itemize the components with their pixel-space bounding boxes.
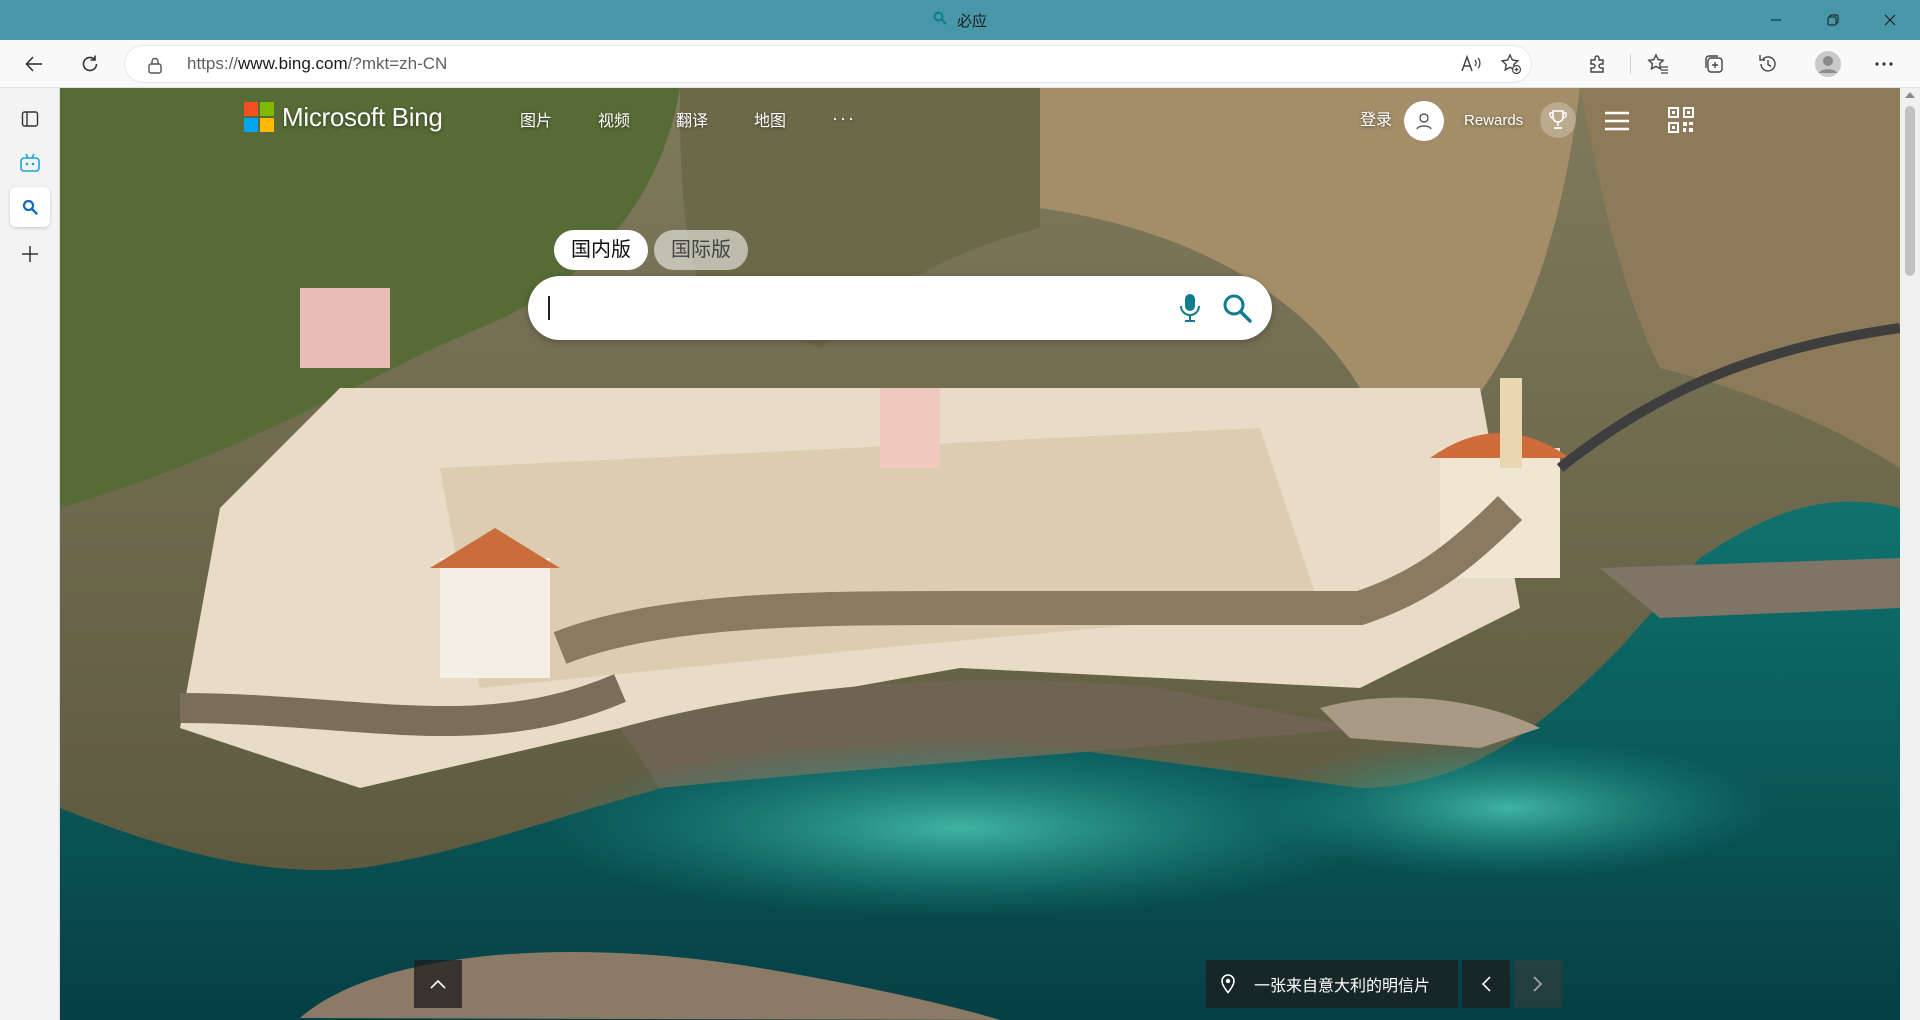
url-text[interactable]: https://www.bing.com/?mkt=zh-CN [187,46,447,82]
microsoft-logo-icon [244,102,274,132]
page-scrollbar[interactable] [1900,88,1920,1020]
profile-button[interactable] [1810,46,1846,82]
scroll-up-button[interactable] [414,960,462,1008]
favorites-icon [1647,53,1668,74]
person-icon [1416,113,1432,130]
back-button[interactable] [16,46,52,82]
scope-tabs: 国内版 国际版 [554,230,748,270]
rewards-link[interactable]: Rewards [1464,106,1523,136]
title-bar: 必应 [0,0,1920,40]
bing-header: Microsoft Bing 图片 视频 翻译 地图 ··· 登录 Reward… [60,88,1900,158]
hamburger-icon [1605,111,1629,131]
hero-background-image [60,88,1900,1020]
sidebar-add-button[interactable] [10,234,50,274]
minimize-icon [1771,19,1781,21]
top-nav: 图片 视频 翻译 地图 ··· [520,108,872,136]
logo-text: Microsoft Bing [282,101,443,132]
browser-sidebar [0,88,60,1020]
scrollbar-thumb[interactable] [1905,106,1915,276]
microsoft-bing-logo[interactable]: Microsoft Bing [244,100,443,134]
nav-videos[interactable]: 视频 [598,108,676,136]
minimize-button[interactable] [1746,0,1806,40]
hamburger-menu-button[interactable] [1600,104,1634,138]
location-pin-icon [1220,974,1242,994]
text-caret [548,296,550,320]
qr-code-icon [1668,107,1694,133]
settings-more-button[interactable] [1866,46,1902,82]
toolbar-separator [1630,54,1631,74]
refresh-icon [82,55,98,72]
image-caption[interactable]: 一张来自意大利的明信片 [1206,960,1458,1008]
nav-images[interactable]: 图片 [520,108,598,136]
star-add-icon [1500,53,1522,75]
back-arrow-icon [25,56,42,72]
url-prefix: https:// [187,54,239,73]
read-aloud-icon [1461,54,1481,72]
next-image-button[interactable] [1514,960,1562,1008]
user-avatar[interactable] [1404,101,1444,141]
bing-homepage: Microsoft Bing 图片 视频 翻译 地图 ··· 登录 Reward… [60,88,1900,1020]
collections-icon [1705,55,1723,73]
qr-code-button[interactable] [1664,103,1698,137]
tabs-icon [21,111,39,127]
caption-text: 一张来自意大利的明信片 [1254,978,1431,995]
nav-translate[interactable]: 翻译 [676,108,754,136]
close-icon [1884,14,1896,26]
tab-domestic[interactable]: 国内版 [554,230,648,270]
browser-toolbar: https://www.bing.com/?mkt=zh-CN [0,40,1920,88]
chevron-left-icon [1481,976,1491,992]
close-button[interactable] [1860,0,1920,40]
extensions-button[interactable] [1580,46,1616,82]
search-input[interactable] [554,288,1154,328]
url-host: www.bing.com [238,54,348,73]
rewards-trophy-button[interactable] [1540,102,1576,138]
add-favorite-button[interactable] [1495,49,1527,79]
lock-icon[interactable] [147,56,163,79]
puzzle-icon [1590,55,1604,73]
plus-icon [22,246,38,262]
favorites-button[interactable] [1640,46,1676,82]
history-button[interactable] [1750,46,1786,82]
sidebar-app-button[interactable] [10,143,50,183]
login-link[interactable]: 登录 [1360,106,1392,136]
address-bar[interactable]: https://www.bing.com/?mkt=zh-CN [124,45,1532,83]
tab-international[interactable]: 国际版 [654,230,748,270]
tv-icon [20,153,40,172]
search-submit-button[interactable] [1218,289,1256,327]
restore-icon [1827,14,1839,26]
history-icon [1759,55,1776,72]
sidebar-search-button[interactable] [10,187,50,227]
more-dots-icon [1875,62,1893,66]
chevron-up-icon [430,979,446,989]
voice-search-button[interactable] [1172,290,1208,326]
chevron-right-icon [1533,976,1543,992]
profile-avatar-icon [1815,51,1841,77]
trophy-icon [1549,110,1567,129]
search-box [528,276,1272,340]
previous-image-button[interactable] [1462,960,1510,1008]
microphone-icon [1180,294,1200,322]
collections-button[interactable] [1696,46,1732,82]
window-title-area: 必应 [0,0,1920,40]
tab-actions-button[interactable] [10,99,50,139]
bing-favicon-icon [933,11,947,29]
refresh-button[interactable] [72,46,108,82]
scroll-up-arrow-icon[interactable] [1905,92,1915,98]
url-path: /?mkt=zh-CN [347,54,448,73]
search-icon [1223,294,1252,323]
window-title: 必应 [956,12,987,30]
search-icon [22,199,38,215]
nav-maps[interactable]: 地图 [754,108,832,136]
read-aloud-button[interactable] [1455,49,1487,79]
nav-more-button[interactable]: ··· [832,108,872,136]
restore-button[interactable] [1803,0,1863,40]
